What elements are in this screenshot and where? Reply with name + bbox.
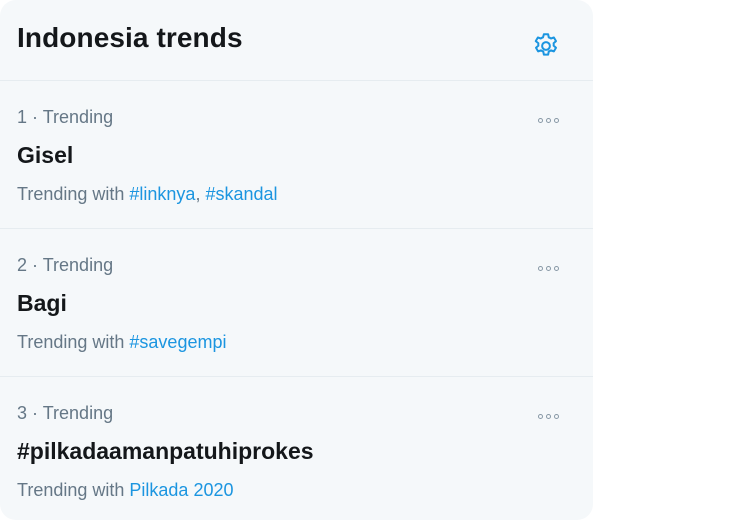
more-icon [537,117,559,123]
hashtag-link[interactable]: #linknya [129,184,195,204]
trend-separator: · [32,403,39,423]
trends-header: Indonesia trends [0,0,593,81]
trend-with: Trending with Pilkada 2020 [17,480,234,501]
settings-button[interactable] [528,28,564,64]
trend-category: Trending [42,403,114,423]
trend-name: #pilkadaamanpatuhiprokes [17,438,314,464]
gear-icon [534,33,557,56]
trend-rank: 3 [17,403,28,423]
hashtag-link[interactable]: #skandal [205,184,277,204]
trend-separator: · [32,255,39,275]
trending-with-label: Trending with [17,480,125,500]
more-icon [537,413,559,419]
more-options-button[interactable] [530,109,566,131]
more-options-button[interactable] [530,257,566,279]
trend-name: Bagi [17,290,67,316]
more-options-button[interactable] [530,405,566,427]
trends-title: Indonesia trends [17,22,243,53]
trend-category: Trending [42,255,114,275]
trend-meta: 1 · Trending [17,107,113,128]
hashtag-link[interactable]: Pilkada 2020 [129,480,233,500]
hashtag-link[interactable]: #savegempi [129,332,226,352]
trend-with: Trending with #savegempi [17,332,226,353]
trend-category: Trending [42,107,114,127]
trend-item[interactable]: 3 · Trending #pilkadaamanpatuhiprokes Tr… [0,377,593,520]
more-icon [537,265,559,271]
hashtag-comma: , [195,184,206,204]
trend-item[interactable]: 1 · Trending Gisel Trending with #linkny… [0,81,593,229]
trend-meta: 3 · Trending [17,403,113,424]
trending-with-label: Trending with [17,184,125,204]
trend-name: Gisel [17,142,74,168]
trend-rank: 2 [17,255,28,275]
trends-panel: Indonesia trends 1 · Trending Gisel Tren… [0,0,593,520]
trend-item[interactable]: 2 · Trending Bagi Trending with #savegem… [0,229,593,377]
trending-with-label: Trending with [17,332,125,352]
trend-with: Trending with #linknya, #skandal [17,184,278,205]
trend-meta: 2 · Trending [17,255,113,276]
trend-separator: · [32,107,39,127]
trend-rank: 1 [17,107,28,127]
